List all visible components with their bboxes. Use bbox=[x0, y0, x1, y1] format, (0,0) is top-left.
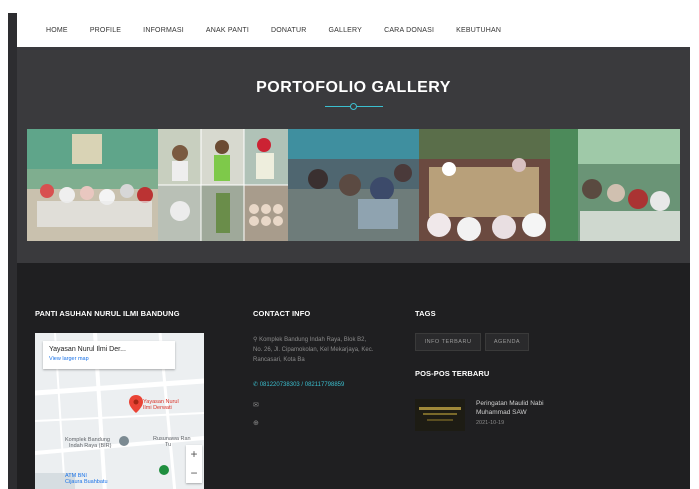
address-line-1: ⚲ Komplek Bandung Indah Raya, Blok B2, bbox=[253, 335, 373, 345]
photo-2-image bbox=[158, 129, 288, 241]
address-text: ⚲ Komplek Bandung Indah Raya, Blok B2, N… bbox=[253, 335, 373, 365]
footer: PANTI ASUHAN NURUL ILMI BANDUNG Yayasan … bbox=[17, 263, 690, 489]
poi2-label-1: Rusunawa Ran bbox=[153, 436, 191, 442]
nav-gallery[interactable]: GALLERY bbox=[328, 27, 362, 34]
gallery-section: PORTOFOLIO GALLERY bbox=[17, 47, 690, 263]
gallery-photos bbox=[27, 129, 680, 241]
map-larger-link[interactable]: View larger map bbox=[49, 356, 89, 362]
green-poi-icon bbox=[159, 465, 169, 475]
tags-heading: TAGS bbox=[415, 309, 436, 318]
phone-icon: ✆ bbox=[253, 382, 260, 388]
gallery-photo-1[interactable] bbox=[27, 129, 158, 241]
nav-home[interactable]: HOME bbox=[46, 27, 68, 34]
main-nav: HOME PROFILE INFORMASI ANAK PANTI DONATU… bbox=[17, 13, 690, 47]
post-date: 2021-10-19 bbox=[476, 420, 505, 426]
nav-profile[interactable]: PROFILE bbox=[90, 27, 121, 34]
globe-icon: ⊕ bbox=[253, 420, 259, 427]
poi1-label-2: Indah Raya (BIR) bbox=[69, 443, 112, 449]
nav-cara-donasi[interactable]: CARA DONASI bbox=[384, 27, 434, 34]
post-thumbnail[interactable] bbox=[415, 399, 465, 431]
nav-anak-panti[interactable]: ANAK PANTI bbox=[206, 27, 249, 34]
tag-info-terbaru[interactable]: INFO TERBARU bbox=[415, 333, 481, 351]
title-divider bbox=[325, 103, 383, 110]
photo-1-image bbox=[27, 129, 158, 241]
left-border bbox=[8, 13, 17, 489]
map-embed[interactable]: Yayasan Nurul Ilmi Der... View larger ma… bbox=[35, 333, 204, 489]
screenshot-frame: HOME PROFILE INFORMASI ANAK PANTI DONATU… bbox=[0, 0, 699, 489]
post-thumbnail-image bbox=[415, 399, 465, 431]
gallery-photo-4[interactable] bbox=[419, 129, 550, 241]
post-title[interactable]: Peringatan Maulid Nabi Muhammad SAW bbox=[476, 399, 566, 417]
map-info-card: Yayasan Nurul Ilmi Der... View larger ma… bbox=[43, 341, 175, 369]
photo-5-image bbox=[550, 129, 680, 241]
address-line-1-text: Komplek Bandung Indah Raya, Blok B2, bbox=[259, 337, 367, 343]
gallery-title: PORTOFOLIO GALLERY bbox=[256, 79, 451, 96]
address-line-3: Rancasari, Kota Ba bbox=[253, 357, 305, 363]
posts-heading: POS-POS TERBARU bbox=[415, 369, 490, 378]
poi3-label-2: Cijaura Buahbatu bbox=[65, 479, 108, 485]
photo-3-image bbox=[288, 129, 419, 241]
poi2-label-2: Tu bbox=[165, 442, 172, 448]
gallery-photo-2[interactable] bbox=[158, 129, 288, 241]
about-heading: PANTI ASUHAN NURUL ILMI BANDUNG bbox=[35, 309, 180, 318]
nav-donatur[interactable]: DONATUR bbox=[271, 27, 307, 34]
gallery-photo-5[interactable] bbox=[550, 129, 680, 241]
gallery-photo-3[interactable] bbox=[288, 129, 419, 241]
map-place-name: Yayasan Nurul Ilmi Der... bbox=[49, 346, 126, 353]
divider-dot bbox=[350, 103, 357, 110]
phone-number: 081220738303 / 082117798859 bbox=[259, 382, 345, 388]
map-zoom-control: + − bbox=[186, 445, 202, 483]
tag-agenda[interactable]: AGENDA bbox=[485, 333, 529, 351]
email-icon: ✉ bbox=[253, 402, 259, 409]
nav-informasi[interactable]: INFORMASI bbox=[143, 27, 184, 34]
contact-heading: CONTACT INFO bbox=[253, 309, 311, 318]
contact-phone[interactable]: ✆ 081220738303 / 082117798859 bbox=[253, 381, 344, 388]
photo-4-image bbox=[419, 129, 550, 241]
marker-label-2: Ilmi Derwati bbox=[143, 405, 172, 411]
zoom-in-button[interactable]: + bbox=[186, 445, 202, 464]
nav-kebutuhan[interactable]: KEBUTUHAN bbox=[456, 27, 501, 34]
zoom-out-button[interactable]: − bbox=[186, 464, 202, 483]
address-line-2: No. 26, Jl. Cipamokolan, Kel Mekarjaya, … bbox=[253, 347, 374, 353]
map-marker-icon[interactable] bbox=[129, 395, 143, 413]
poi-icon bbox=[119, 436, 129, 446]
page: HOME PROFILE INFORMASI ANAK PANTI DONATU… bbox=[17, 13, 690, 489]
